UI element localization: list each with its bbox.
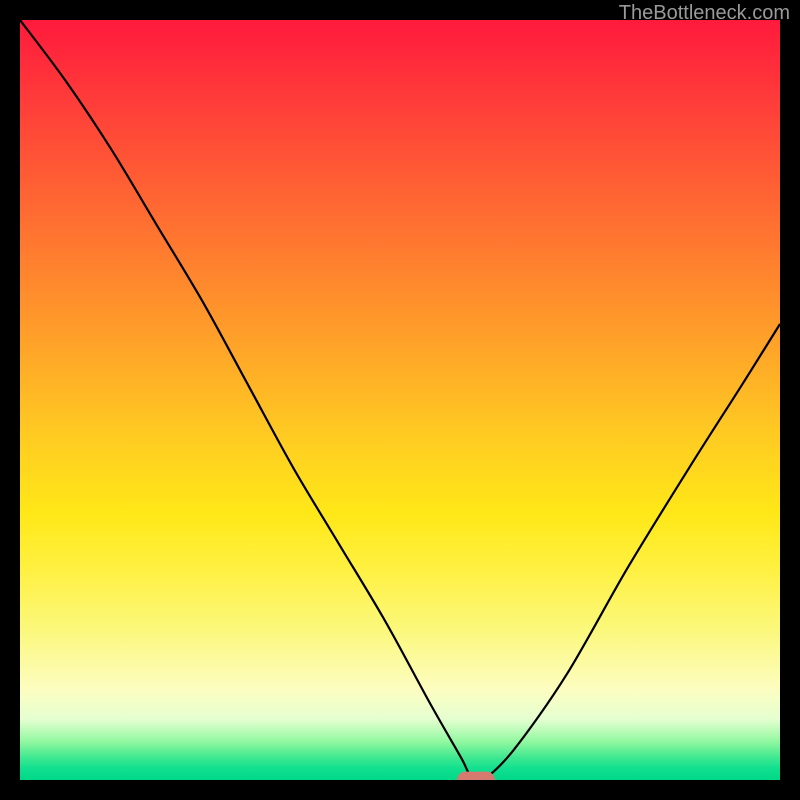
watermark-text: TheBottleneck.com	[619, 2, 790, 25]
plot-area	[20, 20, 780, 780]
gradient-background	[20, 20, 780, 780]
chart-frame: TheBottleneck.com	[0, 0, 800, 800]
optimal-point-marker	[457, 772, 495, 780]
